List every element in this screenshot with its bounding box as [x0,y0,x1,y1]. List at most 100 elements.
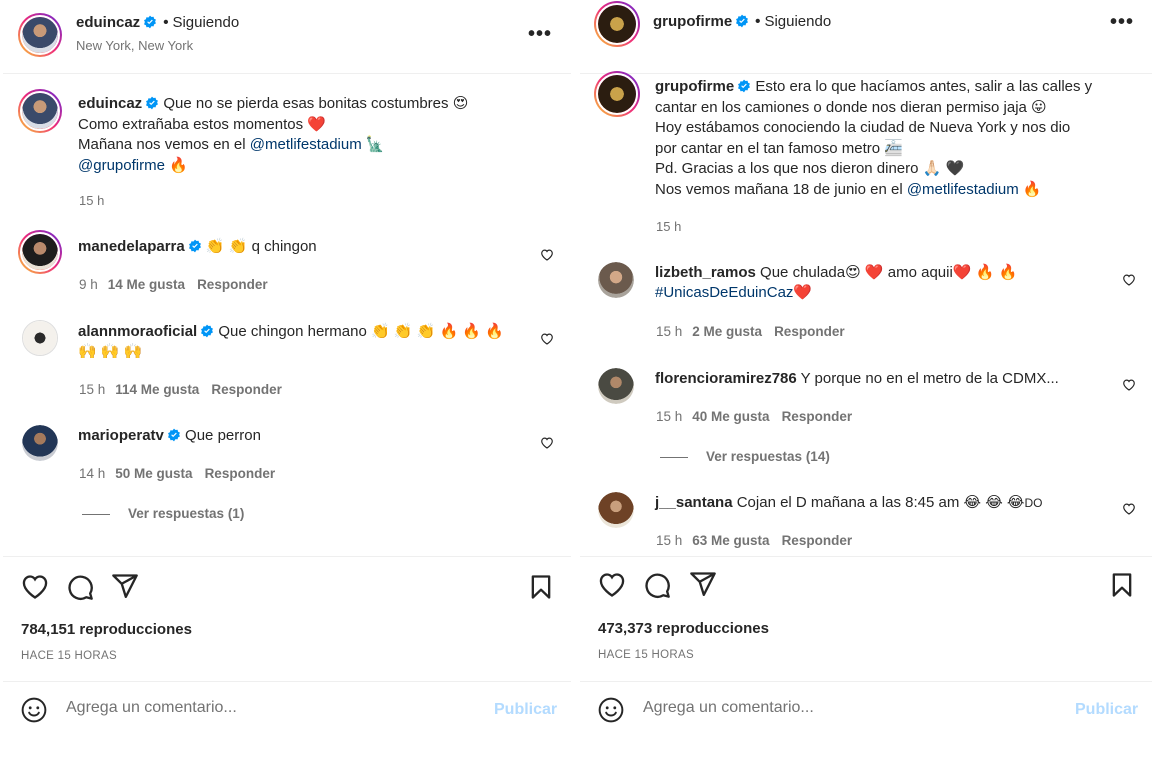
comment-username[interactable]: florencioramirez786 [655,370,797,387]
comment: marioperatv Que perron [78,426,518,446]
share-icon[interactable] [689,570,717,598]
reply-button[interactable]: Responder [197,277,268,292]
comment-username[interactable]: manedelaparra [78,238,185,255]
comment-emoji: ❤️ [793,284,813,301]
comment-heart-icon[interactable] [1122,273,1136,286]
comment-time[interactable]: 15 h [656,324,682,339]
caption-line: Pd. Gracias a los que nos dieron dinero … [655,160,965,177]
header-username[interactable]: eduincaz • Siguiendo [76,14,239,31]
comment-icon[interactable] [66,573,94,601]
comment-meta: 15 h 63 Me gusta Responder [656,533,852,548]
reply-button[interactable]: Responder [774,324,845,339]
comment-time[interactable]: 14 h [79,466,105,481]
comment-likes[interactable]: 50 Me gusta [115,466,192,481]
heart-icon[interactable] [598,571,626,599]
comment-likes[interactable]: 114 Me gusta [115,382,199,397]
caption-time[interactable]: 15 h [656,219,681,234]
post-caption: grupofirme Esto era lo que hacíamos ante… [655,77,1145,200]
post-age[interactable]: HACE 15 HORAS [598,649,694,661]
comment-likes[interactable]: 40 Me gusta [692,409,769,424]
replies-line [82,513,110,515]
caption-line: Como extrañaba estos momentos ❤️ [78,115,326,133]
publish-button[interactable]: Publicar [494,701,557,719]
caption-avatar[interactable] [594,71,640,117]
caption-username[interactable]: eduincaz [78,95,142,112]
comment-heart-icon[interactable] [1122,378,1136,391]
header-username[interactable]: grupofirme • Siguiendo [653,13,831,30]
comment-avatar[interactable] [22,320,58,356]
comment-input[interactable] [66,699,466,717]
caption-line: Mañana nos vemos en el [78,136,250,153]
reply-button[interactable]: Responder [211,382,282,397]
emoji-icon[interactable] [598,697,624,723]
comment-likes[interactable]: 63 Me gusta [692,533,769,548]
hashtag-link[interactable]: #UnicasDeEduinCaz [655,284,793,301]
follow-status-button[interactable]: Siguiendo [172,14,239,31]
avatar[interactable] [594,1,640,47]
header-location[interactable]: New York, New York [76,38,193,53]
comment-suffix: DO [1024,496,1043,510]
more-icon[interactable]: ••• [1110,12,1134,32]
comment-avatar[interactable] [18,230,62,274]
avatar[interactable] [18,13,62,57]
comment-time[interactable]: 15 h [79,382,105,397]
mention-link[interactable]: @metlifestadium [250,136,362,153]
verified-icon [736,14,749,28]
verified-icon [146,96,159,110]
reply-button[interactable]: Responder [782,533,853,548]
comment-time[interactable]: 15 h [656,409,682,424]
comment: manedelaparra 👏 👏 q chingon [78,237,518,257]
views-count[interactable]: 784,151 reproducciones [21,621,192,638]
caption-line: Nos vemos mañana 18 de junio en el [655,180,907,198]
caption-time[interactable]: 15 h [79,193,104,208]
verified-icon [738,79,751,93]
comment-username[interactable]: lizbeth_ramos [655,264,756,281]
emoji-icon[interactable] [21,697,47,723]
comment-meta: 15 h 2 Me gusta Responder [656,324,845,339]
post-actions: 784,151 reproducciones HACE 15 HORAS [3,556,571,681]
view-replies-button[interactable]: Ver respuestas (1) [82,506,244,521]
publish-button[interactable]: Publicar [1075,701,1138,719]
post-age[interactable]: HACE 15 HORAS [21,650,117,662]
save-icon[interactable] [1108,571,1136,599]
comment-time[interactable]: 9 h [79,277,98,292]
comment-likes[interactable]: 2 Me gusta [692,324,762,339]
caption-emoji: 🔥 [164,156,188,174]
follow-status-button[interactable]: Siguiendo [764,13,831,30]
caption-line: Que no se pierda esas bonitas costumbres… [163,95,469,112]
comment-username[interactable]: alannmoraoficial [78,323,197,340]
mention-link[interactable]: @metlifestadium [907,181,1019,198]
reply-button[interactable]: Responder [782,409,853,424]
comment-username[interactable]: j__santana [655,494,733,511]
comment-meta: 14 h 50 Me gusta Responder [79,466,275,481]
views-count[interactable]: 473,373 reproducciones [598,620,769,637]
comment-heart-icon[interactable] [1122,502,1136,515]
post-caption: eduincaz Que no se pierda esas bonitas c… [78,94,558,176]
caption-line: Esto era lo que hacíamos antes, salir a … [755,78,1093,95]
replies-line [660,456,688,458]
comment-avatar[interactable] [598,368,634,404]
more-icon[interactable]: ••• [528,24,552,44]
caption-username[interactable]: grupofirme [655,78,734,95]
comment-username[interactable]: marioperatv [78,427,164,444]
comment-heart-icon[interactable] [540,248,554,261]
comment-avatar[interactable] [598,262,634,298]
comment-input[interactable] [643,699,1043,717]
heart-icon[interactable] [21,573,49,601]
reply-button[interactable]: Responder [205,466,276,481]
comment-icon[interactable] [643,571,671,599]
verified-icon [188,239,201,253]
verified-icon [201,324,214,338]
comment-heart-icon[interactable] [540,436,554,449]
mention-link[interactable]: @grupofirme [78,157,165,174]
caption-avatar[interactable] [18,89,62,133]
comment-likes[interactable]: 14 Me gusta [108,277,185,292]
comment-avatar[interactable] [22,425,58,461]
comment-body: Cojan el D mañana a las 8:45 am 😂 😂 😂 [736,494,1025,511]
share-icon[interactable] [111,572,139,600]
view-replies-button[interactable]: Ver respuestas (14) [660,449,830,464]
comment-heart-icon[interactable] [540,332,554,345]
save-icon[interactable] [527,573,555,601]
comment-time[interactable]: 15 h [656,533,682,548]
comment-avatar[interactable] [598,492,634,528]
